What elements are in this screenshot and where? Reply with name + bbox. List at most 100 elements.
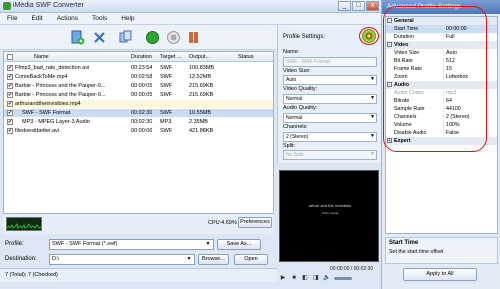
profile-value: SWF - SWF Format (*.swf) [52, 241, 118, 247]
cell-name: filedoesitbetter.avi [15, 128, 60, 134]
column-duration[interactable]: Duration [131, 54, 152, 60]
highlight-circle [383, 6, 487, 152]
cell-name: Barbie - Princess and the Pauper-0... [15, 83, 106, 89]
row-checkbox[interactable]: ✔ [7, 128, 13, 134]
menu-edit[interactable]: Edit [24, 13, 49, 24]
column-status[interactable]: Status [238, 54, 254, 60]
cell-name: MP3 - MPEG Layer-3 Audio [22, 119, 90, 125]
cell-target: SWF [160, 128, 173, 134]
add-output-button[interactable] [118, 30, 133, 45]
header-checkbox[interactable] [7, 54, 13, 60]
close-button[interactable]: x [366, 1, 379, 11]
volume-slider[interactable] [334, 276, 352, 280]
property-description: Start Time Set the start time offset [385, 237, 498, 264]
cpu-graph [6, 217, 42, 231]
cell-target: SWF [160, 83, 173, 89]
folder-icon[interactable]: ◨ [312, 274, 320, 282]
cell-output: 12.52MB [189, 74, 212, 80]
cell-name: SWF - SWF Format [22, 110, 71, 116]
cpu-area: CPU:4.69% Preferences [3, 214, 274, 234]
cell-output: 215.69KB [189, 83, 214, 89]
video-quality-label: Video Quality: [283, 86, 318, 92]
video-quality-value: Normal [286, 96, 303, 102]
profile-select[interactable]: SWF - SWF Format (*.swf) ▼ [49, 239, 214, 250]
pause-button[interactable] [186, 30, 201, 45]
row-checkbox[interactable]: ✔ [7, 101, 13, 107]
table-row[interactable]: ✔ filedoesitbetter.avi 00:00:06 SWF 421.88KB [4, 127, 273, 135]
chevron-down-icon: ▼ [370, 95, 375, 101]
video-size-select[interactable]: Auto ▼ [283, 75, 377, 85]
table-row[interactable]: ✔ ComeBackToMe.mp4 00:02:58 SWF 12.52MB [4, 73, 273, 81]
profile-label: Profile: [5, 241, 24, 247]
add-file-button[interactable] [70, 30, 85, 45]
column-target[interactable]: Target ... [160, 54, 181, 60]
app-logo-icon [3, 2, 11, 10]
cell-output: 2.35MB [189, 119, 208, 125]
cell-output: 10.55MB [189, 110, 212, 116]
menu-bar: File Edit Actions Tools Help [0, 13, 381, 25]
cpu-usage: CPU:4.69% [208, 220, 237, 226]
cell-output: 215.69KB [189, 92, 214, 98]
row-checkbox[interactable]: ✔ [7, 83, 13, 89]
destination-value: D:\ [52, 256, 60, 262]
cell-duration: 00:23:54 [131, 65, 153, 71]
cell-name: arthurandtheinvisibles.mp4 [15, 101, 81, 107]
apply-to-all-button[interactable]: Apply to All [403, 268, 477, 281]
browse-button[interactable]: Browse... [198, 254, 229, 265]
table-row[interactable]: ✔ Barbie - Princess and the Pauper-0... 00… [4, 82, 273, 90]
audio-quality-select[interactable]: Normal ▼ [283, 113, 377, 123]
row-checkbox[interactable]: ✔ [7, 74, 13, 80]
table-row[interactable]: ✔ Ffmp3_bad_rate_detection.avi 00:23:54 SWF… [4, 64, 273, 72]
cell-name: Barbie - Princess and the Pauper-0... [15, 92, 106, 98]
cell-duration: 00:02:58 [131, 74, 153, 80]
channels-value: 2 (Stereo) [286, 134, 309, 140]
row-checkbox[interactable]: ✔ [7, 65, 13, 71]
convert-button[interactable] [145, 30, 160, 45]
file-list: Name Duration Target ... Output... Statu… [3, 51, 274, 214]
cell-output: 421.88KB [189, 128, 214, 134]
channels-select[interactable]: 2 (Stereo) ▼ [283, 132, 377, 142]
stop-icon[interactable]: ■ [290, 274, 298, 282]
row-checkbox[interactable]: ✔ [7, 92, 13, 98]
menu-file[interactable]: File [0, 13, 24, 24]
menu-actions[interactable]: Actions [50, 13, 85, 24]
table-row[interactable]: ✔ SWF - SWF Format 00:02:30 SWF 10.55MB [4, 109, 273, 117]
add-output-icon [119, 30, 132, 43]
destination-input[interactable]: D:\ ▼ [49, 254, 195, 265]
split-select[interactable]: No Split ▼ [283, 150, 377, 160]
folder-row[interactable]: ✔ arthurandtheinvisibles.mp4 [4, 100, 273, 108]
save-as-button[interactable]: Save As... [217, 239, 261, 250]
maximize-button[interactable]: □ [352, 1, 365, 11]
column-output[interactable]: Output... [189, 54, 210, 60]
split-label: Split: [283, 143, 296, 149]
menu-help[interactable]: Help [114, 13, 141, 24]
cpu-graph-icon [6, 223, 42, 229]
remove-button[interactable] [92, 30, 107, 45]
audio-quality-label: Audio Quality: [283, 105, 318, 111]
table-row[interactable]: ✔ Barbie - Princess and the Pauper-0... 00… [4, 91, 273, 99]
select-all-checkbox[interactable] [7, 54, 13, 62]
preferences-button[interactable]: Preferences [238, 217, 272, 228]
stop-button[interactable] [166, 30, 181, 45]
chevron-down-icon: ▼ [370, 114, 375, 120]
play-icon[interactable]: ▶ [279, 274, 287, 282]
cell-name: ComeBackToMe.mp4 [15, 74, 68, 80]
menu-tools[interactable]: Tools [85, 13, 114, 24]
row-checkbox[interactable]: ✔ [7, 110, 13, 116]
cell-target: SWF [160, 92, 173, 98]
row-checkbox[interactable]: ✔ [7, 119, 13, 125]
table-row[interactable]: ✔ MP3 - MPEG Layer-3 Audio 00:02:30 MP3 2.35… [4, 118, 273, 126]
chevron-down-icon: ▼ [370, 76, 375, 82]
name-input[interactable]: SWF - SWF Format [283, 57, 377, 67]
profile-settings-title: Profile Settings: [283, 34, 326, 40]
chevron-down-icon: ▼ [205, 241, 211, 247]
column-name[interactable]: Name [34, 54, 49, 60]
cell-target: SWF [160, 110, 173, 116]
video-size-label: Video Size: [283, 68, 311, 74]
description-title: Start Time [389, 240, 419, 246]
minimize-button[interactable]: _ [338, 1, 351, 11]
volume-icon[interactable]: 🔈 [323, 274, 331, 282]
snapshot-icon[interactable]: ◧ [301, 274, 309, 282]
open-button[interactable]: Open [234, 254, 268, 265]
video-quality-select[interactable]: Normal ▼ [283, 94, 377, 104]
